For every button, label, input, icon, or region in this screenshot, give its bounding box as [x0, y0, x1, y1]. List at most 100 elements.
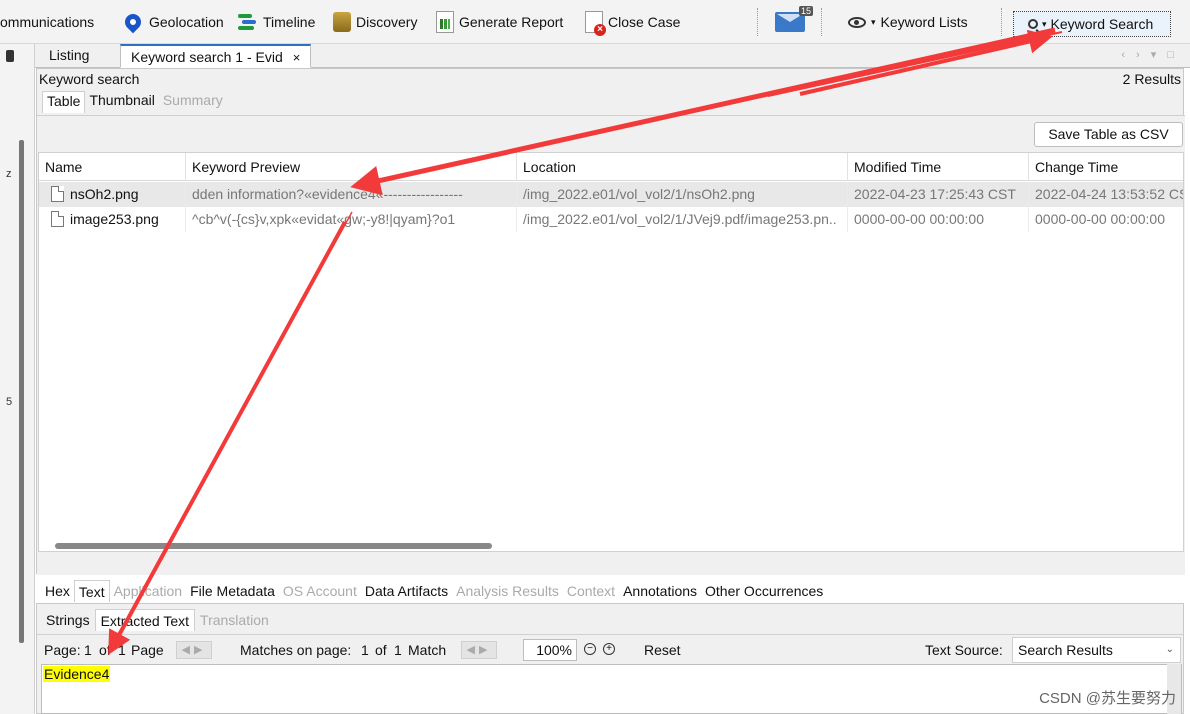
toolbar-separator — [821, 8, 822, 36]
zoom-out-icon[interactable]: − — [584, 643, 596, 655]
tab-summary: Summary — [162, 92, 223, 108]
column-header-change-time[interactable]: Change Time — [1029, 153, 1183, 181]
truncated-tree-text: z — [6, 168, 12, 180]
tab-thumbnail[interactable]: Thumbnail — [85, 91, 158, 113]
keyword-lists-button[interactable]: ▾ Keyword Lists — [848, 0, 968, 44]
close-case-label: Close Case — [608, 14, 681, 30]
cell-keyword-preview: dden information?«evidence4«------------… — [186, 182, 517, 207]
tab-annotations[interactable]: Annotations — [619, 580, 701, 602]
communications-label: ommunications — [0, 14, 95, 30]
zoom-level-field[interactable]: 100% — [523, 639, 577, 661]
tab-navigation-controls[interactable]: ‹ › ▾ □ — [1121, 48, 1178, 61]
text-source-label: Text Source: — [925, 642, 1003, 658]
chevron-down-icon: ⌄ — [1165, 644, 1174, 655]
tab-strings[interactable]: Strings — [41, 609, 95, 631]
results-content: Save Table as CSV Name Keyword Preview L… — [37, 115, 1185, 575]
timeline-icon — [236, 11, 258, 33]
panel-toggle-icon[interactable] — [6, 50, 14, 62]
geolocation-label: Geolocation — [149, 14, 224, 30]
extracted-text-area[interactable]: Evidence4 — [41, 664, 1182, 714]
cell-location: /img_2022.e01/vol_vol2/1/nsOh2.png — [517, 182, 848, 207]
zoom-in-icon[interactable]: + — [603, 643, 615, 655]
page-label: Page: — [44, 642, 81, 658]
table-horizontal-scrollbar[interactable] — [55, 543, 492, 549]
results-title: Keyword search — [39, 71, 140, 87]
file-name: image253.png — [70, 211, 159, 227]
results-table: Name Keyword Preview Location Modified T… — [38, 152, 1184, 552]
dropdown-arrow-icon: ▾ — [871, 16, 876, 27]
main-toolbar: ommunications Geolocation Timeline Disco… — [0, 0, 1190, 44]
cell-change-time: 2022-04-24 13:53:52 CS — [1029, 182, 1183, 207]
tab-application: Application — [113, 583, 183, 599]
discovery-label: Discovery — [356, 14, 418, 30]
keyword-search-label: Keyword Search — [1050, 16, 1154, 32]
cell-change-time: 0000-00-00 00:00:00 — [1029, 207, 1183, 232]
table-row[interactable]: nsOh2.png dden information?«evidence4«--… — [39, 182, 1183, 207]
file-name: nsOh2.png — [70, 186, 139, 202]
geolocation-pin-icon — [121, 10, 145, 34]
discovery-button[interactable]: Discovery — [333, 0, 417, 44]
reset-zoom-button[interactable]: Reset — [644, 635, 681, 665]
keyword-search-results-panel: Keyword search 2 Results Table Thumbnail… — [36, 68, 1185, 575]
tab-os-account: OS Account — [282, 583, 357, 599]
keyword-search-button[interactable]: ▾ Keyword Search — [1013, 11, 1171, 37]
tab-other-occurrences[interactable]: Other Occurrences — [701, 580, 827, 602]
timeline-label: Timeline — [263, 14, 316, 30]
table-header: Name Keyword Preview Location Modified T… — [39, 153, 1183, 181]
column-header-location[interactable]: Location — [517, 153, 848, 181]
close-case-icon — [585, 11, 606, 36]
cell-name: nsOh2.png — [39, 182, 186, 207]
text-source-value: Search Results — [1018, 642, 1113, 658]
cell-modified-time: 2022-04-23 17:25:43 CST — [848, 182, 1029, 207]
table-row[interactable]: image253.png ^cb^v(-{cs}v,xpk«evidat«gw;… — [39, 207, 1183, 232]
cell-keyword-preview: ^cb^v(-{cs}v,xpk«evidat«gw;-y8!|qyam}?o1 — [186, 207, 517, 232]
column-header-keyword-preview[interactable]: Keyword Preview — [186, 153, 517, 181]
timeline-button[interactable]: Timeline — [236, 0, 315, 44]
mail-icon: 15 — [775, 6, 813, 32]
left-tree-panel: z 5 — [0, 44, 35, 714]
text-source-select[interactable]: Search Results ⌄ — [1012, 637, 1181, 663]
match-unit: Match — [408, 642, 447, 658]
tree-scrollbar[interactable] — [19, 140, 24, 643]
cell-modified-time: 0000-00-00 00:00:00 — [848, 207, 1029, 232]
page-current: 1 — [84, 642, 92, 658]
tab-file-metadata[interactable]: File Metadata — [186, 580, 279, 602]
toolbar-separator — [757, 8, 758, 36]
generate-report-button[interactable]: Generate Report — [436, 0, 563, 44]
close-case-button[interactable]: Close Case — [585, 0, 680, 44]
result-view-tabs: Table Thumbnail Summary — [42, 91, 227, 113]
mail-count-badge: 15 — [798, 6, 813, 16]
page-of: of — [99, 642, 111, 658]
report-icon — [436, 11, 454, 33]
messages-button[interactable]: 15 — [775, 0, 813, 44]
dropdown-arrow-icon: ▾ — [1042, 18, 1047, 29]
keyword-lists-label: Keyword Lists — [880, 14, 968, 30]
file-icon — [51, 211, 64, 227]
close-tab-icon[interactable]: × — [293, 50, 301, 65]
match-prev-next-buttons[interactable]: ◀▶ — [461, 641, 497, 659]
toolbar-separator — [1001, 8, 1002, 36]
discovery-icon — [333, 12, 351, 32]
text-viewer-subtabs: Strings Extracted Text Translation — [41, 609, 274, 631]
tab-listing[interactable]: Listing — [39, 44, 99, 68]
communications-button[interactable]: ommunications — [0, 0, 94, 44]
page-unit: Page — [131, 642, 164, 658]
file-icon — [51, 186, 64, 202]
save-table-csv-button[interactable]: Save Table as CSV — [1034, 122, 1183, 147]
page-total: 1 — [118, 642, 126, 658]
geolocation-button[interactable]: Geolocation — [121, 0, 224, 44]
tab-context: Context — [566, 583, 616, 599]
tab-listing-label: Listing — [49, 47, 90, 63]
match-total: 1 — [394, 642, 402, 658]
page-prev-next-buttons[interactable]: ◀▶ — [176, 641, 212, 659]
tab-hex[interactable]: Hex — [41, 580, 74, 602]
tab-extracted-text[interactable]: Extracted Text — [94, 609, 196, 631]
keyword-highlight: Evidence4 — [43, 666, 111, 682]
column-header-name[interactable]: Name — [39, 153, 186, 181]
tab-table[interactable]: Table — [42, 91, 86, 113]
column-header-modified-time[interactable]: Modified Time — [848, 153, 1029, 181]
tab-data-artifacts[interactable]: Data Artifacts — [361, 580, 452, 602]
tab-text[interactable]: Text — [73, 580, 110, 602]
results-count: 2 Results — [1122, 71, 1181, 87]
tab-keyword-search[interactable]: Keyword search 1 - Evid × — [120, 44, 312, 68]
